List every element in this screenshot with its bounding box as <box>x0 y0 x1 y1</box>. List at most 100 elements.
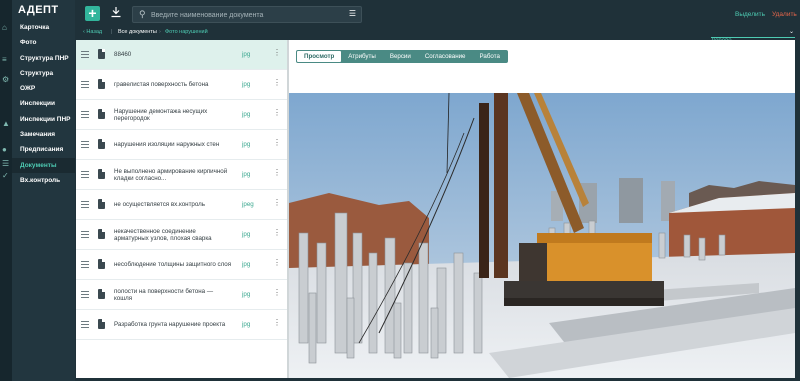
drag-handle-icon[interactable] <box>81 321 89 328</box>
more-vertical-icon[interactable]: ⋮ <box>273 259 281 267</box>
list-item[interactable]: некачественное соединение арматурных узл… <box>76 220 287 250</box>
home-icon[interactable]: ⌂ <box>2 24 10 32</box>
filter-icon[interactable]: ☰ <box>349 9 356 18</box>
document-extension: jpg <box>242 141 251 148</box>
back-label[interactable]: Назад <box>86 29 102 35</box>
breadcrumb-separator: › <box>159 29 161 35</box>
add-document-button[interactable]: + <box>85 6 100 21</box>
icon-strip: ⌂ ≡ ⚙ ▲ ● ☰ ✓ <box>0 0 12 381</box>
document-name: Не выполнено армирование кирпичной кладк… <box>114 167 228 183</box>
document-name: нарушения изоляции наружных стен <box>114 141 220 149</box>
sidebar-item-card[interactable]: Карточка <box>12 20 75 35</box>
more-vertical-icon[interactable]: ⋮ <box>273 139 281 147</box>
list-item[interactable]: 88460 jpg ⋮ <box>76 40 287 70</box>
sidebar-item-orders[interactable]: Предписания <box>12 142 75 157</box>
document-name: гравелистая поверхность бетона <box>114 81 209 89</box>
document-icon <box>98 109 105 119</box>
document-extension: jpg <box>242 111 251 118</box>
app-window: ⌂ ≡ ⚙ ▲ ● ☰ ✓ АДЕПТ Карточка Фото Структ… <box>0 0 800 381</box>
more-vertical-icon[interactable]: ⋮ <box>273 169 281 177</box>
gear-icon[interactable]: ⚙ <box>2 76 10 84</box>
document-icon <box>98 49 105 59</box>
document-extension: jpg <box>242 51 251 58</box>
stack-icon[interactable]: ≡ <box>2 56 10 64</box>
drag-handle-icon[interactable] <box>81 141 89 148</box>
document-name: Нарушение демонтажа несущих перегородок <box>114 107 208 123</box>
search-box: ⚲ ☰ <box>132 6 362 23</box>
tab-approval[interactable]: Согласование <box>418 51 473 62</box>
drag-handle-icon[interactable] <box>81 171 89 178</box>
sidebar-item-structure[interactable]: Структура <box>12 66 75 81</box>
sidebar-item-ozhr[interactable]: ОЖР <box>12 81 75 96</box>
list-item[interactable]: Нарушение демонтажа несущих перегородок … <box>76 100 287 130</box>
breadcrumb: ‹ Назад | Все документы › Фото нарушений… <box>75 27 800 44</box>
app-logo: АДЕПТ <box>18 4 59 16</box>
drag-handle-icon[interactable] <box>81 291 89 298</box>
document-preview-image <box>289 93 795 378</box>
more-vertical-icon[interactable]: ⋮ <box>273 319 281 327</box>
list-item[interactable]: несоблюдение толщины защитного слоя jpg … <box>76 250 287 280</box>
document-extension: jpg <box>242 321 251 328</box>
tab-versions[interactable]: Версии <box>383 51 418 62</box>
breadcrumb-separator: | <box>111 29 113 35</box>
document-icon <box>98 259 105 269</box>
search-icon: ⚲ <box>139 9 146 19</box>
sidebar-item-remarks[interactable]: Замечания <box>12 127 75 142</box>
back-link[interactable]: ‹ Назад <box>83 29 102 35</box>
list-item[interactable]: Не выполнено армирование кирпичной кладк… <box>76 160 287 190</box>
document-icon <box>98 199 105 209</box>
preview-pane: Просмотр Атрибуты Версии Согласование Ра… <box>289 40 795 378</box>
document-name: несоблюдение толщины защитного слоя <box>114 261 232 269</box>
document-icon <box>98 319 105 329</box>
check-icon[interactable]: ✓ <box>2 172 10 180</box>
document-name: 88460 <box>114 51 132 59</box>
drag-handle-icon[interactable] <box>81 261 89 268</box>
document-name: некачественное соединение арматурных узл… <box>114 227 212 243</box>
search-input[interactable] <box>151 9 341 21</box>
list-icon[interactable]: ☰ <box>2 160 10 168</box>
breadcrumb-current: Фото нарушений <box>165 29 208 35</box>
list-item[interactable]: нарушения изоляции наружных стен jpg ⋮ <box>76 130 287 160</box>
more-vertical-icon[interactable]: ⋮ <box>273 229 281 237</box>
sidebar-item-inspections[interactable]: Инспекции <box>12 96 75 111</box>
document-icon <box>98 169 105 179</box>
sidebar-item-incoming-control[interactable]: Вх.контроль <box>12 173 75 188</box>
document-extension: jpg <box>242 81 251 88</box>
more-vertical-icon[interactable]: ⋮ <box>273 109 281 117</box>
more-vertical-icon[interactable]: ⋮ <box>273 49 281 57</box>
list-item[interactable]: гравелистая поверхность бетона jpg ⋮ <box>76 70 287 100</box>
document-extension: jpg <box>242 291 251 298</box>
more-vertical-icon[interactable]: ⋮ <box>273 289 281 297</box>
view-mode-select[interactable]: Дерево ⌄ <box>711 29 795 44</box>
list-item[interactable]: Разработка грунта нарушение проекта jpg … <box>76 310 287 340</box>
document-icon <box>98 139 105 149</box>
download-button[interactable] <box>108 6 123 21</box>
drag-handle-icon[interactable] <box>81 201 89 208</box>
select-button[interactable]: Выделить <box>735 11 765 18</box>
document-list: 88460 jpg ⋮ гравелистая поверхность бето… <box>76 40 287 378</box>
building-icon[interactable]: ▲ <box>2 120 10 128</box>
list-item[interactable]: не осуществляется вх.контроль jpeg ⋮ <box>76 190 287 220</box>
sidebar-item-documents[interactable]: Документы <box>12 157 75 173</box>
download-icon <box>111 7 120 18</box>
drag-handle-icon[interactable] <box>81 111 89 118</box>
sidebar-item-photo[interactable]: Фото <box>12 35 75 50</box>
tab-work[interactable]: Работа <box>473 51 507 62</box>
person-icon[interactable]: ● <box>2 146 10 154</box>
sidebar-item-structure-pnr[interactable]: Структура ПНР <box>12 51 75 66</box>
document-extension: jpeg <box>242 201 254 208</box>
tab-attributes[interactable]: Атрибуты <box>341 51 383 62</box>
drag-handle-icon[interactable] <box>81 231 89 238</box>
preview-tabs: Просмотр Атрибуты Версии Согласование Ра… <box>296 50 508 63</box>
more-vertical-icon[interactable]: ⋮ <box>273 79 281 87</box>
drag-handle-icon[interactable] <box>81 51 89 58</box>
document-name: Разработка грунта нарушение проекта <box>114 321 226 329</box>
breadcrumb-all-documents[interactable]: Все документы <box>118 29 157 35</box>
drag-handle-icon[interactable] <box>81 81 89 88</box>
delete-button[interactable]: Удалить <box>772 11 797 18</box>
sidebar-item-inspections-pnr[interactable]: Инспекции ПНР <box>12 112 75 127</box>
tab-view[interactable]: Просмотр <box>297 51 342 62</box>
document-icon <box>98 79 105 89</box>
more-vertical-icon[interactable]: ⋮ <box>273 199 281 207</box>
list-item[interactable]: полости на поверхности бетона — кошля jp… <box>76 280 287 310</box>
